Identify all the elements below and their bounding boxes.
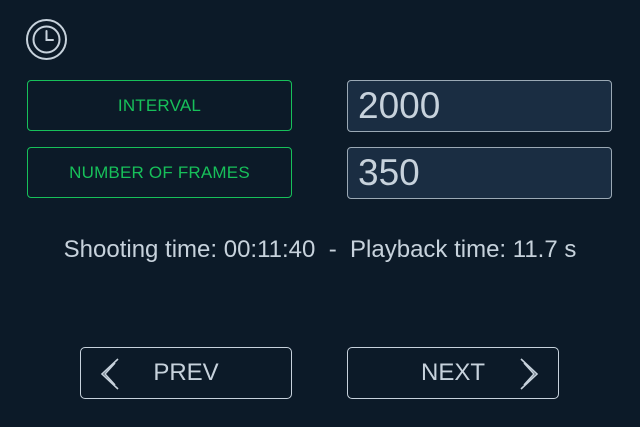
clock-icon[interactable] xyxy=(25,18,68,61)
interval-button[interactable]: INTERVAL xyxy=(27,80,292,131)
prev-button[interactable]: PREV xyxy=(80,347,292,399)
next-button[interactable]: NEXT xyxy=(347,347,559,399)
interval-value-field[interactable]: 2000 xyxy=(347,80,612,132)
next-button-label: NEXT xyxy=(420,359,485,386)
chevron-right-icon xyxy=(520,358,539,390)
timing-info-text: Shooting time: 00:11:40 - Playback time:… xyxy=(63,236,577,263)
chevron-left-icon xyxy=(100,358,119,390)
number-of-frames-button[interactable]: NUMBER OF FRAMES xyxy=(27,147,292,198)
prev-button-label: PREV xyxy=(153,359,219,386)
frames-value-field[interactable]: 350 xyxy=(347,147,612,199)
